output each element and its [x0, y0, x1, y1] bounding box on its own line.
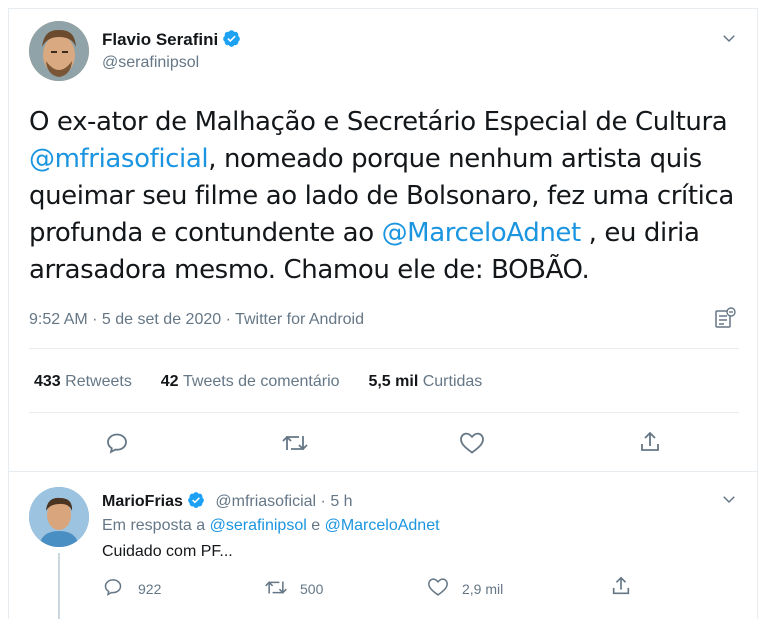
tweet-text-line-2: @mfriasoficial, nomeado porque nenhum ar…: [29, 144, 702, 174]
likes-stat[interactable]: 5,5 mil Curtidas: [368, 373, 482, 390]
tweet-text-line-3: queimar seu filme ao lado de Bolsonaro, …: [29, 181, 734, 211]
reply-author-name[interactable]: MarioFrias: [102, 493, 183, 510]
in-reply-user-link[interactable]: @MarceloAdnet: [325, 517, 440, 534]
divider: [9, 471, 757, 472]
divider: [29, 348, 739, 349]
reply-author-row: MarioFrias @mfriasoficial · 5 h: [102, 491, 353, 514]
thread-line: [58, 553, 60, 619]
share-icon[interactable]: [610, 575, 632, 602]
reply-count: 922: [138, 581, 162, 597]
author-name[interactable]: Flavio Serafini: [102, 30, 218, 49]
retweets-stat[interactable]: 433 Retweets: [34, 373, 132, 390]
author-row: Flavio Serafini: [102, 29, 241, 53]
tweet-text: O ex-ator de Malhação e Secretário Espec…: [29, 104, 749, 289]
chevron-down-icon[interactable]: [720, 29, 738, 52]
in-reply-to: Em resposta a @serafinipsol e @MarceloAd…: [102, 517, 440, 534]
separator-dot: ·: [320, 493, 326, 510]
reply-time[interactable]: 5 h: [330, 493, 352, 510]
chevron-down-icon[interactable]: [720, 490, 738, 513]
divider: [29, 412, 739, 413]
reply-icon[interactable]: [105, 431, 129, 455]
reply-avatar-image: [29, 487, 89, 547]
analytics-icon[interactable]: [714, 307, 738, 334]
tweet-text-line-4: profunda e contundente ao @MarceloAdnet …: [29, 218, 700, 248]
retweet-icon[interactable]: [281, 432, 309, 454]
retweet-icon[interactable]: [264, 578, 288, 602]
reply-avatar[interactable]: [29, 487, 89, 547]
tweet-timestamp[interactable]: 9:52 AM · 5 de set de 2020 · Twitter for…: [29, 311, 364, 329]
mention-link[interactable]: @mfriasoficial: [29, 144, 209, 174]
avatar[interactable]: [29, 21, 89, 81]
author-handle[interactable]: @serafinipsol: [102, 54, 199, 72]
verified-badge-icon: [187, 491, 205, 514]
retweet-count: 500: [300, 581, 324, 597]
tweet-stats: 433 Retweets 42 Tweets de comentário 5,5…: [34, 373, 482, 391]
reply-icon[interactable]: [103, 577, 123, 602]
tweet-text-line-5: arrasadora mesmo. Chamou ele de: BOBÃO.: [29, 255, 590, 285]
mention-link[interactable]: @MarceloAdnet: [382, 218, 582, 248]
like-icon[interactable]: [459, 431, 485, 455]
avatar-image: [29, 21, 89, 81]
verified-badge-icon: [222, 29, 241, 53]
reply-text: Cuidado com PF...: [102, 543, 233, 560]
like-icon[interactable]: [427, 577, 449, 602]
in-reply-user-link[interactable]: @serafinipsol: [210, 517, 307, 534]
like-count: 2,9 mil: [462, 581, 504, 597]
tweet-detail-panel: Flavio Serafini @serafinipsol O ex-ator …: [8, 8, 758, 619]
share-icon[interactable]: [638, 430, 662, 454]
reply-author-handle[interactable]: @mfriasoficial: [215, 493, 316, 510]
comments-stat[interactable]: 42 Tweets de comentário: [161, 373, 340, 390]
tweet-text-line-1: O ex-ator de Malhação e Secretário Espec…: [29, 107, 728, 137]
